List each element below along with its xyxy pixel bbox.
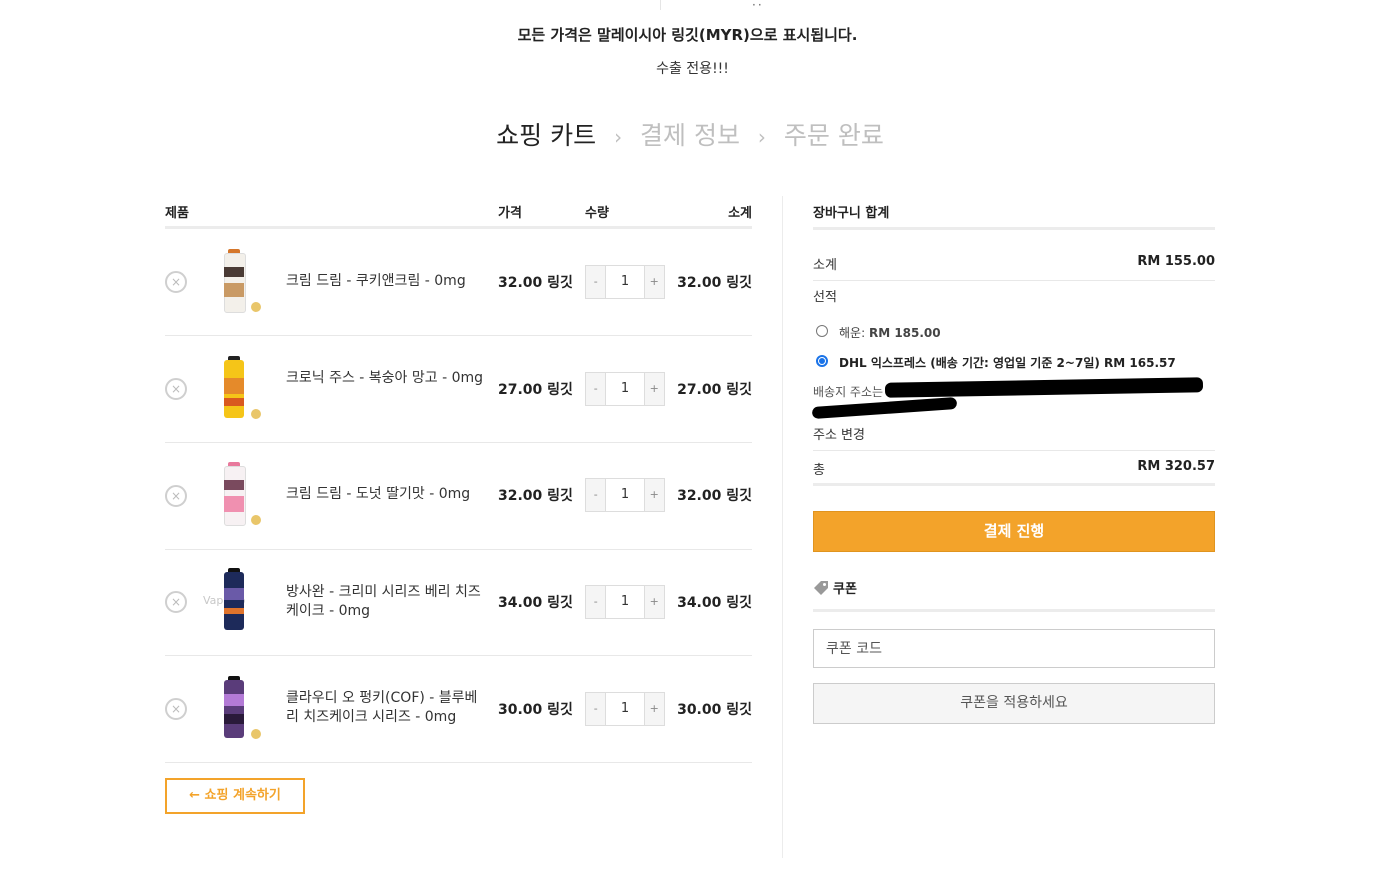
item-subtotal: 34.00 링깃 (677, 595, 752, 611)
row-divider (165, 655, 752, 656)
row-divider (165, 335, 752, 336)
item-subtotal: 32.00 링깃 (677, 275, 752, 291)
shipping-option-sea-radio[interactable] (816, 325, 828, 337)
product-thumbnail[interactable] (212, 249, 262, 315)
item-price: 32.00 링깃 (498, 275, 573, 291)
header-divider (165, 226, 752, 229)
shipping-option-dhl-radio[interactable] (816, 355, 828, 367)
remove-item-button[interactable]: × (165, 698, 187, 720)
chevron-right-icon: › (757, 125, 766, 149)
totals-divider (813, 227, 1215, 230)
shipping-option-dhl[interactable]: DHL 익스프레스 (배송 기간: 영업일 기준 2~7일) RM 165.57 (839, 354, 1176, 371)
top-dots: ·· (752, 0, 764, 12)
cart-totals-title: 장바구니 합계 (813, 206, 890, 221)
item-subtotal: 32.00 링깃 (677, 488, 752, 504)
product-thumbnail[interactable] (212, 676, 262, 742)
subtotal-label: 소계 (813, 258, 837, 273)
remove-item-button[interactable]: × (165, 485, 187, 507)
shipping-option-price: RM 165.57 (1104, 356, 1176, 370)
product-name-link[interactable]: 크림 드림 - 도넛 딸기맛 - 0mg (286, 485, 486, 504)
item-subtotal: 27.00 링깃 (677, 382, 752, 398)
checkout-steps: 쇼핑 카트 › 결제 정보 › 주문 완료 (0, 116, 1375, 152)
redacted-address (811, 396, 958, 420)
row-divider (813, 450, 1215, 451)
apply-coupon-button[interactable]: 쿠폰을 적용하세요 (813, 683, 1215, 724)
header-quantity: 수량 (585, 206, 609, 221)
coupon-code-input[interactable] (813, 629, 1215, 668)
change-address-link[interactable]: 주소 변경 (813, 424, 865, 443)
quantity-input[interactable]: 1 (605, 266, 645, 298)
currency-notice: 모든 가격은 말레이시아 링깃(MYR)으로 표시됩니다. (517, 26, 858, 44)
step-checkout[interactable]: 결제 정보 (640, 121, 740, 150)
item-price: 30.00 링깃 (498, 702, 573, 718)
step-complete: 주문 완료 (783, 121, 884, 150)
product-name-link[interactable]: 방사완 - 크리미 시리즈 베리 치즈케이크 - 0mg (286, 583, 486, 621)
redacted-address (884, 377, 1204, 398)
product-thumbnail[interactable] (212, 356, 262, 422)
shipping-option-price: RM 185.00 (868, 326, 941, 340)
header-product: 제품 (165, 206, 189, 221)
total-value: RM 320.57 (1137, 459, 1215, 474)
shipping-option-label: 해운: (839, 326, 866, 340)
product-name-link[interactable]: 크로닉 주스 - 복숭아 망고 - 0mg (286, 369, 486, 388)
shipping-address-label: 배송지 주소는 (813, 385, 884, 399)
total-label: 총 (813, 463, 825, 478)
quantity-input[interactable]: 1 (605, 586, 645, 618)
item-price: 34.00 링깃 (498, 595, 573, 611)
product-thumbnail[interactable] (212, 462, 262, 528)
remove-item-button[interactable]: × (165, 378, 187, 400)
quantity-input[interactable]: 1 (605, 479, 645, 511)
header-price: 가격 (498, 206, 522, 221)
export-notice: 수출 전용!!! (656, 61, 729, 77)
shipping-option-label: DHL 익스프레스 (배송 기간: 영업일 기준 2~7일) (839, 356, 1100, 370)
tag-icon (814, 580, 828, 595)
remove-item-button[interactable]: × (165, 591, 187, 613)
column-divider (782, 196, 783, 858)
coupon-heading: 쿠폰 (813, 578, 857, 597)
totals-divider (813, 483, 1215, 486)
row-divider (165, 442, 752, 443)
coupon-title: 쿠폰 (833, 582, 857, 597)
decrease-quantity-button[interactable]: - (586, 373, 606, 405)
item-subtotal: 30.00 링깃 (677, 702, 752, 718)
row-divider (813, 280, 1215, 281)
quantity-input[interactable]: 1 (605, 693, 645, 725)
row-divider (165, 549, 752, 550)
product-thumbnail[interactable] (212, 568, 256, 634)
step-cart[interactable]: 쇼핑 카트 (496, 121, 596, 150)
row-divider (165, 762, 752, 763)
header-subtotal: 소계 (728, 206, 752, 221)
top-divider (660, 0, 661, 10)
item-price: 32.00 링깃 (498, 488, 573, 504)
shipping-option-sea[interactable]: 해운: RM 185.00 (839, 324, 941, 341)
decrease-quantity-button[interactable]: - (586, 266, 606, 298)
shipping-label: 선적 (813, 290, 837, 305)
decrease-quantity-button[interactable]: - (586, 586, 606, 618)
decrease-quantity-button[interactable]: - (586, 693, 606, 725)
item-price: 27.00 링깃 (498, 382, 573, 398)
product-name-link[interactable]: 클라우디 오 펑키(COF) - 블루베리 치즈케이크 시리즈 - 0mg (286, 689, 486, 727)
remove-item-button[interactable]: × (165, 271, 187, 293)
continue-shopping-button[interactable]: ← 쇼핑 계속하기 (165, 778, 305, 814)
decrease-quantity-button[interactable]: - (586, 479, 606, 511)
subtotal-value: RM 155.00 (1137, 254, 1215, 269)
chevron-right-icon: › (614, 125, 623, 149)
proceed-checkout-button[interactable]: 결제 진행 (813, 511, 1215, 552)
product-name-link[interactable]: 크림 드림 - 쿠키앤크림 - 0mg (286, 272, 486, 291)
quantity-input[interactable]: 1 (605, 373, 645, 405)
coupon-divider (813, 609, 1215, 612)
